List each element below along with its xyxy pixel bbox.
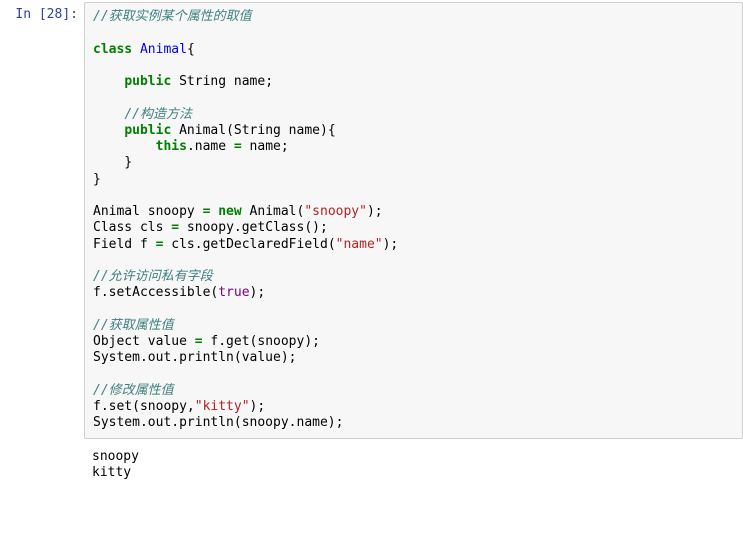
- input-cell: In [28]: //获取实例某个属性的取值 class Animal{ pub…: [0, 0, 743, 441]
- output-text: snoopy kitty: [92, 449, 735, 482]
- code-block[interactable]: //获取实例某个属性的取值 class Animal{ public Strin…: [93, 9, 734, 432]
- output-cell: snoopy kitty: [0, 441, 743, 490]
- output-prompt: [0, 443, 84, 448]
- input-prompt: In [28]:: [0, 2, 84, 22]
- output-area: snoopy kitty: [84, 443, 743, 488]
- input-area[interactable]: //获取实例某个属性的取值 class Animal{ public Strin…: [84, 2, 743, 439]
